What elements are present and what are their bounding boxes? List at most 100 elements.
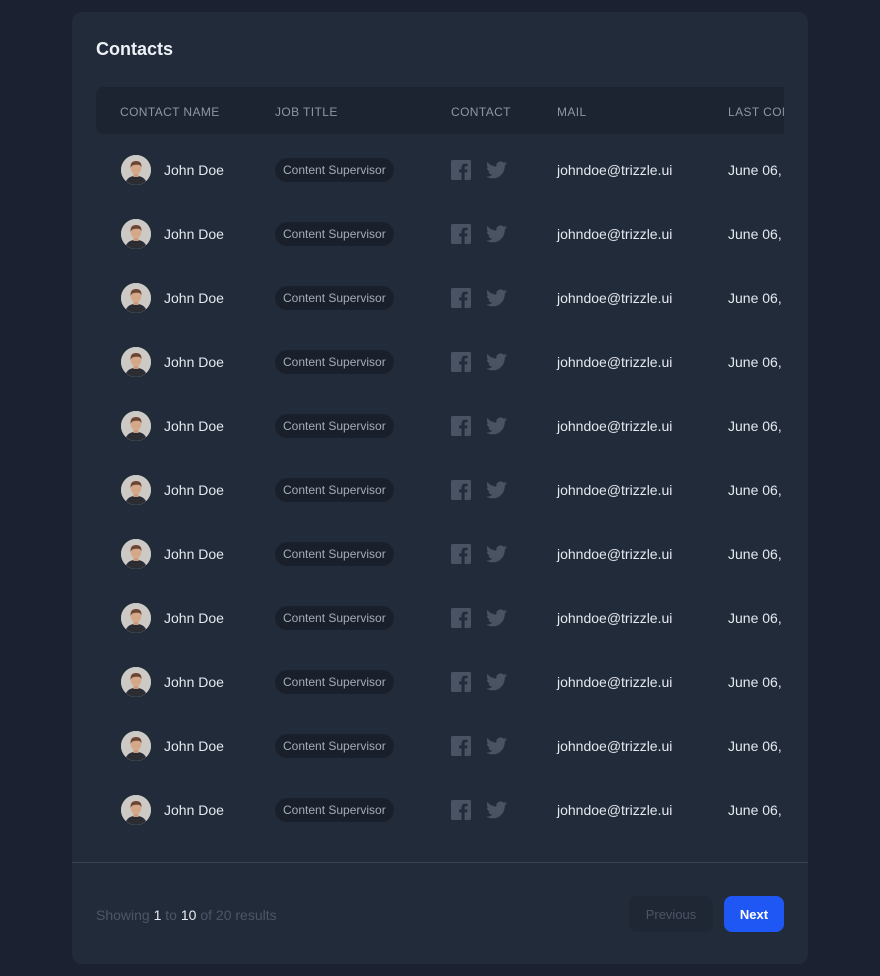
table-row[interactable]: John Doe Content Supervisor johndoe@trizzl… [96, 394, 784, 458]
avatar [121, 667, 151, 697]
contact-name[interactable]: John Doe [164, 162, 224, 178]
twitter-icon[interactable] [486, 737, 507, 755]
previous-button[interactable]: Previous [629, 896, 713, 932]
twitter-icon[interactable] [486, 289, 507, 307]
summary-to-word: to [165, 907, 177, 923]
twitter-icon[interactable] [486, 481, 507, 499]
facebook-icon[interactable] [451, 800, 471, 820]
avatar [121, 155, 151, 185]
job-title-badge: Content Supervisor [275, 798, 394, 822]
table-row[interactable]: John Doe Content Supervisor johndoe@trizzl… [96, 650, 784, 714]
avatar [121, 411, 151, 441]
table-header: CONTACT NAME JOB TITLE CONTACT MAIL LAST… [96, 87, 784, 134]
facebook-icon[interactable] [451, 480, 471, 500]
summary-showing: Showing [96, 907, 150, 923]
contact-email[interactable]: johndoe@trizzle.ui [557, 162, 672, 178]
twitter-icon[interactable] [486, 801, 507, 819]
job-title-badge: Content Supervisor [275, 606, 394, 630]
contact-email[interactable]: johndoe@trizzle.ui [557, 354, 672, 370]
contact-name[interactable]: John Doe [164, 546, 224, 562]
table-row[interactable]: John Doe Content Supervisor johndoe@trizzl… [96, 778, 784, 842]
contact-name[interactable]: John Doe [164, 802, 224, 818]
column-header-last-contacted[interactable]: LAST CONTACTED [728, 105, 784, 119]
pagination-summary: Showing 1 to 10 of 20 results [96, 907, 277, 923]
column-header-mail[interactable]: MAIL [557, 105, 587, 119]
contact-email[interactable]: johndoe@trizzle.ui [557, 290, 672, 306]
column-header-contact[interactable]: CONTACT [451, 105, 511, 119]
last-contacted-date: June 06, 2023 [728, 546, 784, 562]
last-contacted-date: June 06, 2023 [728, 738, 784, 754]
facebook-icon[interactable] [451, 736, 471, 756]
contact-name[interactable]: John Doe [164, 354, 224, 370]
job-title-badge: Content Supervisor [275, 734, 394, 758]
facebook-icon[interactable] [451, 672, 471, 692]
footer-divider [72, 862, 808, 863]
contact-email[interactable]: johndoe@trizzle.ui [557, 418, 672, 434]
last-contacted-date: June 06, 2023 [728, 610, 784, 626]
contact-email[interactable]: johndoe@trizzle.ui [557, 738, 672, 754]
contact-name[interactable]: John Doe [164, 738, 224, 754]
last-contacted-date: June 06, 2023 [728, 802, 784, 818]
contact-email[interactable]: johndoe@trizzle.ui [557, 674, 672, 690]
last-contacted-date: June 06, 2023 [728, 162, 784, 178]
job-title-badge: Content Supervisor [275, 350, 394, 374]
facebook-icon[interactable] [451, 224, 471, 244]
table-row[interactable]: John Doe Content Supervisor johndoe@trizzl… [96, 586, 784, 650]
facebook-icon[interactable] [451, 352, 471, 372]
table-row[interactable]: John Doe Content Supervisor johndoe@trizzl… [96, 266, 784, 330]
avatar [121, 539, 151, 569]
summary-results-word: results [235, 907, 277, 923]
table-row[interactable]: John Doe Content Supervisor johndoe@trizzl… [96, 522, 784, 586]
facebook-icon[interactable] [451, 160, 471, 180]
contacts-table[interactable]: CONTACT NAME JOB TITLE CONTACT MAIL LAST… [96, 87, 784, 847]
facebook-icon[interactable] [451, 608, 471, 628]
table-row[interactable]: John Doe Content Supervisor johndoe@trizzl… [96, 330, 784, 394]
summary-from: 1 [153, 907, 162, 923]
table-row[interactable]: John Doe Content Supervisor johndoe@trizzl… [96, 458, 784, 522]
job-title-badge: Content Supervisor [275, 670, 394, 694]
twitter-icon[interactable] [486, 417, 507, 435]
summary-total: 20 [215, 907, 232, 923]
twitter-icon[interactable] [486, 161, 507, 179]
summary-of-word: of [200, 907, 213, 923]
twitter-icon[interactable] [486, 673, 507, 691]
contact-email[interactable]: johndoe@trizzle.ui [557, 226, 672, 242]
last-contacted-date: June 06, 2023 [728, 290, 784, 306]
contact-email[interactable]: johndoe@trizzle.ui [557, 546, 672, 562]
summary-to: 10 [180, 907, 197, 923]
avatar [121, 219, 151, 249]
contact-name[interactable]: John Doe [164, 290, 224, 306]
avatar [121, 475, 151, 505]
contact-name[interactable]: John Doe [164, 418, 224, 434]
contact-name[interactable]: John Doe [164, 610, 224, 626]
avatar [121, 347, 151, 377]
contacts-card: Contacts CONTACT NAME JOB TITLE CONTACT … [72, 12, 808, 964]
avatar [121, 795, 151, 825]
card-title: Contacts [96, 39, 174, 59]
job-title-badge: Content Supervisor [275, 286, 394, 310]
column-header-contact-name[interactable]: CONTACT NAME [120, 105, 220, 119]
facebook-icon[interactable] [451, 288, 471, 308]
twitter-icon[interactable] [486, 545, 507, 563]
contact-name[interactable]: John Doe [164, 226, 224, 242]
facebook-icon[interactable] [451, 544, 471, 564]
next-button[interactable]: Next [724, 896, 784, 932]
table-row[interactable]: John Doe Content Supervisor johndoe@trizzl… [96, 138, 784, 202]
twitter-icon[interactable] [486, 609, 507, 627]
last-contacted-date: June 06, 2023 [728, 674, 784, 690]
contact-email[interactable]: johndoe@trizzle.ui [557, 802, 672, 818]
table-row[interactable]: John Doe Content Supervisor johndoe@trizzl… [96, 714, 784, 778]
table-row[interactable]: John Doe Content Supervisor johndoe@trizzl… [96, 202, 784, 266]
column-header-job-title[interactable]: JOB TITLE [275, 105, 338, 119]
last-contacted-date: June 06, 2023 [728, 418, 784, 434]
job-title-badge: Content Supervisor [275, 158, 394, 182]
contact-name[interactable]: John Doe [164, 674, 224, 690]
contact-email[interactable]: johndoe@trizzle.ui [557, 610, 672, 626]
twitter-icon[interactable] [486, 353, 507, 371]
job-title-badge: Content Supervisor [275, 478, 394, 502]
facebook-icon[interactable] [451, 416, 471, 436]
twitter-icon[interactable] [486, 225, 507, 243]
contact-email[interactable]: johndoe@trizzle.ui [557, 482, 672, 498]
job-title-badge: Content Supervisor [275, 222, 394, 246]
contact-name[interactable]: John Doe [164, 482, 224, 498]
